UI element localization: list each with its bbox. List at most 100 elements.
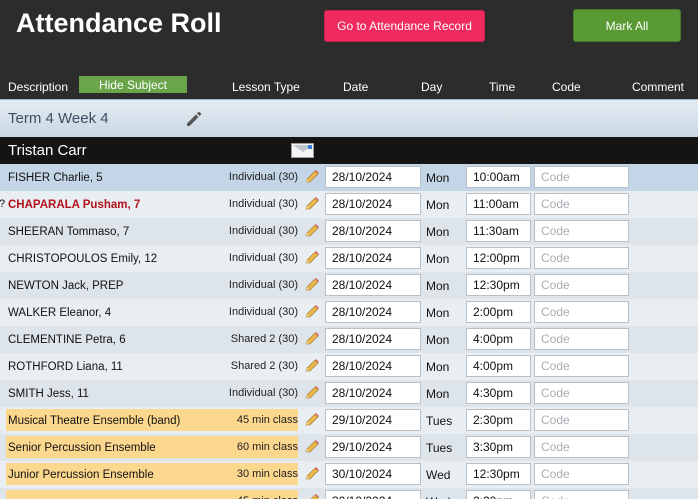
column-header-time: Time [489, 80, 516, 94]
date-field[interactable]: 29/10/2024 [325, 409, 421, 431]
time-field[interactable]: 11:00am [466, 193, 531, 215]
hide-subject-button[interactable]: Hide Subject [79, 76, 187, 93]
edit-pencil-icon[interactable] [304, 494, 320, 499]
code-input[interactable]: Code [534, 328, 629, 350]
student-name[interactable]: Junior Percussion Ensemble [8, 469, 154, 481]
time-field[interactable]: 2:30pm [466, 490, 531, 499]
edit-pencil-icon[interactable] [304, 170, 320, 184]
edit-pencil-icon[interactable] [304, 359, 320, 373]
column-header-lesson-type: Lesson Type [232, 80, 300, 94]
time-field[interactable]: 12:30pm [466, 274, 531, 296]
code-input[interactable]: Code [534, 409, 629, 431]
table-row[interactable]: Senior Percussion Ensemble 60 min class 29… [0, 434, 698, 461]
time-field[interactable]: 10:00am [466, 166, 531, 188]
edit-pencil-icon[interactable] [304, 440, 320, 454]
mark-all-button[interactable]: Mark All [573, 9, 681, 42]
table-row[interactable]: SHEERAN Tommaso, 7 Individual (30) 28/10/2… [0, 218, 698, 245]
date-field[interactable]: 30/10/2024 [325, 463, 421, 485]
table-row[interactable]: CHRISTOPOULOS Emily, 12 Individual (30) 28… [0, 245, 698, 272]
lesson-type: 45 min class [237, 495, 298, 499]
time-field[interactable]: 4:00pm [466, 328, 531, 350]
page-title: Attendance Roll [16, 8, 222, 38]
time-field[interactable]: 4:30pm [466, 382, 531, 404]
code-input[interactable]: Code [534, 274, 629, 296]
edit-pencil-icon[interactable] [304, 467, 320, 481]
student-name[interactable]: Musical Theatre Ensemble (band) [8, 415, 180, 427]
code-input[interactable]: Code [534, 490, 629, 499]
time-field[interactable]: 12:00pm [466, 247, 531, 269]
time-field[interactable]: 2:00pm [466, 301, 531, 323]
table-row[interactable]: CLEMENTINE Petra, 6 Shared 2 (30) 28/10/20… [0, 326, 698, 353]
day-label: Mon [426, 252, 450, 266]
go-to-attendance-record-button[interactable]: Go to Attendance Record [324, 10, 485, 42]
day-label: Tues [426, 441, 453, 455]
code-input[interactable]: Code [534, 463, 629, 485]
time-field[interactable]: 11:30am [466, 220, 531, 242]
date-field[interactable]: 28/10/2024 [325, 355, 421, 377]
table-row[interactable]: FISHER Charlie, 5 Individual (30) 28/10/20… [0, 164, 698, 191]
time-field[interactable]: 4:00pm [466, 355, 531, 377]
date-field[interactable]: 28/10/2024 [325, 220, 421, 242]
edit-pencil-icon[interactable] [304, 386, 320, 400]
code-input[interactable]: Code [534, 220, 629, 242]
student-name[interactable]: NEWTON Jack, PREP [8, 280, 123, 292]
student-name[interactable]: SHEERAN Tommaso, 7 [8, 226, 129, 238]
lesson-type: Individual (30) [228, 225, 298, 237]
code-input[interactable]: Code [534, 436, 629, 458]
student-name[interactable]: CLEMENTINE Petra, 6 [8, 334, 126, 346]
edit-pencil-icon[interactable] [304, 413, 320, 427]
edit-pencil-icon[interactable] [304, 224, 320, 238]
lesson-type: Individual (30) [228, 387, 298, 399]
edit-pencil-icon[interactable] [304, 251, 320, 265]
code-input[interactable]: Code [534, 301, 629, 323]
time-field[interactable]: 3:30pm [466, 436, 531, 458]
date-field[interactable]: 29/10/2024 [325, 436, 421, 458]
student-name[interactable]: SMITH Jess, 11 [8, 388, 89, 400]
day-label: Wed [426, 495, 450, 499]
column-header-day: Day [421, 80, 443, 94]
email-envelope-icon[interactable] [291, 143, 314, 158]
date-field[interactable]: 28/10/2024 [325, 382, 421, 404]
student-name[interactable]: CHRISTOPOULOS Emily, 12 [8, 253, 157, 265]
table-row[interactable]: NEWTON Jack, PREP Individual (30) 28/10/20… [0, 272, 698, 299]
table-row[interactable]: WALKER Eleanor, 4 Individual (30) 28/10/20… [0, 299, 698, 326]
date-field[interactable]: 28/10/2024 [325, 274, 421, 296]
table-row[interactable]: Musical Theatre Ensemble (band) 45 min cl… [0, 407, 698, 434]
code-input[interactable]: Code [534, 247, 629, 269]
date-field[interactable]: 28/10/2024 [325, 328, 421, 350]
student-name[interactable]: FISHER Charlie, 5 [8, 172, 103, 184]
edit-pencil-icon[interactable] [304, 332, 320, 346]
date-field[interactable]: 28/10/2024 [325, 166, 421, 188]
student-name[interactable]: WALKER Eleanor, 4 [8, 307, 111, 319]
teacher-bar: Tristan Carr [0, 137, 698, 164]
date-field[interactable]: 28/10/2024 [325, 301, 421, 323]
day-label: Mon [426, 306, 450, 320]
edit-pencil-icon[interactable] [304, 197, 320, 211]
edit-pencil-icon[interactable] [184, 109, 204, 129]
code-input[interactable]: Code [534, 166, 629, 188]
table-row[interactable]: ?CHAPARALA Pusham, 7 Individual (30) 28/10… [0, 191, 698, 218]
day-label: Mon [426, 198, 450, 212]
edit-pencil-icon[interactable] [304, 305, 320, 319]
date-field[interactable]: 30/10/2024 [325, 490, 421, 499]
code-input[interactable]: Code [534, 193, 629, 215]
table-row[interactable]: Junior Percussion Ensemble 30 min class 30… [0, 461, 698, 488]
time-field[interactable]: 12:30pm [466, 463, 531, 485]
table-row[interactable]: SMITH Jess, 11 Individual (30) 28/10/2024 M… [0, 380, 698, 407]
code-input[interactable]: Code [534, 355, 629, 377]
column-header-description: Description [8, 80, 69, 94]
column-header-comment: Comment [632, 80, 685, 94]
time-field[interactable]: 2:30pm [466, 409, 531, 431]
day-label: Mon [426, 360, 450, 374]
code-input[interactable]: Code [534, 382, 629, 404]
student-name[interactable]: Senior Percussion Ensemble [8, 442, 156, 454]
student-name[interactable]: ROTHFORD Liana, 11 [8, 361, 123, 373]
day-label: Mon [426, 333, 450, 347]
table-row[interactable]: ROTHFORD Liana, 11 Shared 2 (30) 28/10/202… [0, 353, 698, 380]
edit-pencil-icon[interactable] [304, 278, 320, 292]
date-field[interactable]: 28/10/2024 [325, 247, 421, 269]
date-field[interactable]: 28/10/2024 [325, 193, 421, 215]
student-name[interactable]: CHAPARALA Pusham, 7 [8, 199, 140, 211]
column-header-date: Date [343, 80, 369, 94]
table-row[interactable]: 45 min class 30/10/2024 Wed 2:30pmCode [0, 488, 698, 499]
